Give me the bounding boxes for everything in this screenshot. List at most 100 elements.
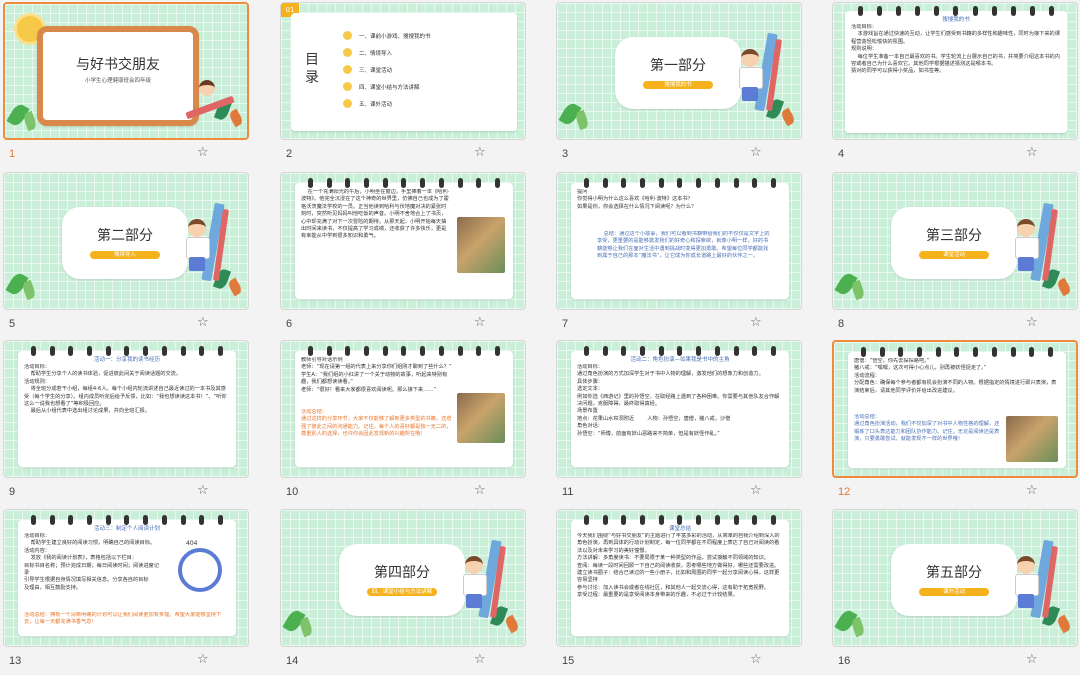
section-pill: 课外活动 <box>919 588 989 596</box>
slide-thumbnail[interactable]: 第一部分 搜搜我的书 <box>556 2 802 140</box>
slide-thumbnail[interactable]: 活动一：分享我的读书经历 活动目标： 帮助学生分享个人的读书体验，促进彼此间关于阅… <box>3 340 249 478</box>
binder-ring <box>495 178 501 188</box>
binder-ring <box>364 346 370 356</box>
slide-subtitle: 小学生心理健康班会四年级 <box>84 78 151 84</box>
section-pill: 四、课堂小结与方法讲解 <box>367 588 437 596</box>
section-title: 第三部分 <box>926 228 982 244</box>
slide-sorter-grid: 与好书交朋友 小学生心理健康班会四年级 1 ☆ 01 目录 一、课前小游戏、搜搜我的书 二、情… <box>0 0 1080 667</box>
favorite-star-icon[interactable]: ☆ <box>1026 145 1038 160</box>
boy-body <box>463 574 487 596</box>
slide-item[interactable]: 01 目录 一、课前小游戏、搜搜我的书 二、情境导入 三、课堂活动 四、课堂小结与方法讲解… <box>280 2 530 168</box>
favorite-star-icon[interactable]: ☆ <box>197 145 209 160</box>
favorite-star-icon[interactable]: ☆ <box>750 145 762 160</box>
leaf-decoration <box>1055 614 1073 634</box>
slide-item[interactable]: 第五部分 课外活动 16 ☆ <box>832 509 1080 675</box>
binder-ring <box>382 346 388 356</box>
favorite-star-icon[interactable]: ☆ <box>750 483 762 498</box>
slide-item[interactable]: 与好书交朋友 小学生心理健康班会四年级 1 ☆ <box>3 2 253 168</box>
slide-body-text: 今天我们围绕“与好书交朋友”的主题进行了丰富多彩的活动，从简单的自我介绍到深入的… <box>577 533 780 599</box>
slide-item[interactable]: 活动三：制定个人阅读计划 活动目标： 帮助学生建立良好的阅读习惯，明确自己的阅读目… <box>3 509 253 675</box>
favorite-star-icon[interactable]: ☆ <box>474 483 486 498</box>
slide-thumbnail[interactable]: 唐僧：“悟空，你先去探探路吧。” 猪八戒：“嘿嘿，这次可得小心点儿，别再被妖怪捉… <box>832 340 1078 478</box>
favorite-star-icon[interactable]: ☆ <box>474 145 486 160</box>
favorite-star-icon[interactable]: ☆ <box>750 652 762 667</box>
girl-reading-illustration <box>185 74 235 122</box>
leaf-decoration <box>574 109 590 131</box>
slide-thumbnail[interactable]: 活动二：角色扮演—如果我是书中的主角 活动目标： 通过角色扮演的方式加深学生对于书… <box>556 340 802 478</box>
binder-ring <box>382 178 388 188</box>
binder-ring <box>326 178 332 188</box>
binder-ring <box>621 178 627 188</box>
slide-item[interactable]: 唐僧：“悟空，你先去探探路吧。” 猪八戒：“嘿嘿，这次可得小心点儿，别再被妖怪捉… <box>832 340 1080 506</box>
slide-illustration <box>457 393 505 443</box>
clock-label: 404 <box>186 540 198 547</box>
slide-number: 6 <box>286 318 293 330</box>
slide-number: 14 <box>286 655 299 667</box>
binder-ring <box>602 178 608 188</box>
binder-ring <box>696 178 702 188</box>
binder-ring <box>677 178 683 188</box>
favorite-star-icon[interactable]: ☆ <box>197 483 209 498</box>
favorite-star-icon[interactable]: ☆ <box>474 652 486 667</box>
slide-body-text: 在一个充满阳光的午后，小明坐在窗边，手里捧着一本《哈利·波特》。他完全沉浸在了这… <box>301 189 450 240</box>
slide-item[interactable]: 活动一：分享我的读书经历 活动目标： 帮助学生分享个人的读书体验，促进彼此间关于阅… <box>3 340 253 506</box>
slide-item[interactable]: 第一部分 搜搜我的书 3 ☆ <box>556 2 806 168</box>
binder-ring <box>991 347 997 357</box>
favorite-star-icon[interactable]: ☆ <box>197 652 209 667</box>
slide-number: 10 <box>286 486 299 498</box>
slide-body-text: 教师引导对话示例 老师：“现在请第一组的代表上来分享你们组刚才聊到了些什么？” … <box>301 357 452 393</box>
slide-thumbnail[interactable]: 第三部分 课堂活动 <box>832 172 1078 310</box>
slide-header: 搜搜我的书 <box>942 17 970 23</box>
slide-thumbnail[interactable]: 教师引导对话示例 老师：“现在请第一组的代表上来分享你们组刚才聊到了些什么？” … <box>280 340 526 478</box>
slide-thumbnail[interactable]: 在一个充满阳光的午后，小明坐在窗边，手里捧着一本《哈利·波特》。他完全沉浸在了这… <box>280 172 526 310</box>
sun-bullet-icon <box>343 65 352 74</box>
favorite-star-icon[interactable]: ☆ <box>197 315 209 330</box>
slide-item[interactable]: 在一个充满阳光的午后，小明坐在窗边，手里捧着一本《哈利·波特》。他完全沉浸在了这… <box>280 172 530 338</box>
boy-body <box>739 67 763 89</box>
leaf-decoration <box>850 279 866 301</box>
favorite-star-icon[interactable]: ☆ <box>750 315 762 330</box>
slide-thumbnail[interactable]: 第四部分 四、课堂小结与方法讲解 <box>280 509 526 647</box>
slide-item[interactable]: 教师引导对话示例 老师：“现在请第一组的代表上来分享你们组刚才聊到了些什么？” … <box>280 340 530 506</box>
slide-item[interactable]: 搜搜我的书 活动目标： 本游戏旨在通过快速的互动，让学生们感受到书籍的多样性和趣味… <box>832 2 1080 168</box>
boy-head <box>465 556 483 574</box>
boy-body <box>186 237 210 259</box>
slide-thumbnail[interactable]: 课堂总结 今天我们围绕“与好书交朋友”的主题进行了丰富多彩的活动，从简单的自我介绍… <box>556 509 802 647</box>
boy-illustration <box>459 539 506 620</box>
favorite-star-icon[interactable]: ☆ <box>1026 315 1038 330</box>
slide-thumbnail[interactable]: 提问 你觉得小明为什么这么喜欢《哈利·波特》这本书？ 如果是你，你会选择在什么情… <box>556 172 802 310</box>
binder-ring <box>733 178 739 188</box>
favorite-star-icon[interactable]: ☆ <box>474 315 486 330</box>
slide-number: 3 <box>562 148 569 160</box>
slide-number: 9 <box>9 486 16 498</box>
slide-item[interactable]: 第三部分 课堂活动 8 ☆ <box>832 172 1080 338</box>
slide-item[interactable]: 第二部分 情境导入 5 ☆ <box>3 172 253 338</box>
slide-number: 16 <box>838 655 851 667</box>
favorite-star-icon[interactable]: ☆ <box>1026 652 1038 667</box>
slide-item[interactable]: 提问 你觉得小明为什么这么喜欢《哈利·波特》这本书？ 如果是你，你会选择在什么情… <box>556 172 806 338</box>
slide-thumbnail[interactable]: 活动三：制定个人阅读计划 活动目标： 帮助学生建立良好的阅读习惯，明确自己的阅读目… <box>3 509 249 647</box>
slide-item[interactable]: 课堂总结 今天我们围绕“与好书交朋友”的主题进行了丰富多彩的活动，从简单的自我介绍… <box>556 509 806 675</box>
binder-ring <box>420 346 426 356</box>
slide-thumbnail[interactable]: 第五部分 课外活动 <box>832 509 1078 647</box>
slide-summary-text: 活动总结： 通过这样的分享环节，大家不仅能够了解到更多类型的书籍，还增强了彼此之… <box>301 409 452 438</box>
binder-ring <box>457 178 463 188</box>
section-card: 第一部分 搜搜我的书 <box>615 37 741 109</box>
title-board: 与好书交朋友 小学生心理健康班会四年级 <box>37 26 199 126</box>
slide-number: 12 <box>838 486 851 498</box>
slide-thumbnail[interactable]: 第二部分 情境导入 <box>3 172 249 310</box>
binder-ring <box>364 178 370 188</box>
slide-number: 13 <box>9 655 22 667</box>
slide-header: 课堂总结 <box>668 526 691 532</box>
binder-ring <box>658 178 664 188</box>
slide-thumbnail[interactable]: 与好书交朋友 小学生心理健康班会四年级 <box>3 2 249 140</box>
slide-thumbnail[interactable]: 01 目录 一、课前小游戏、搜搜我的书 二、情境导入 三、课堂活动 四、课堂小结与方法讲解… <box>280 2 526 140</box>
slide-thumbnail[interactable]: 搜搜我的书 活动目标： 本游戏旨在通过快速的互动，让学生们感受到书籍的多样性和趣味… <box>832 2 1078 140</box>
slide-item[interactable]: 第四部分 四、课堂小结与方法讲解 14 ☆ <box>280 509 530 675</box>
favorite-star-icon[interactable]: ☆ <box>1026 483 1038 498</box>
slide-item[interactable]: 活动二：角色扮演—如果我是书中的主角 活动目标： 通过角色扮演的方式加深学生对于书… <box>556 340 806 506</box>
binder-ring <box>457 346 463 356</box>
toc-item: 一、课前小游戏、搜搜我的书 <box>359 34 431 40</box>
leaf-decoration <box>1055 277 1073 297</box>
boy-body <box>1015 237 1039 259</box>
